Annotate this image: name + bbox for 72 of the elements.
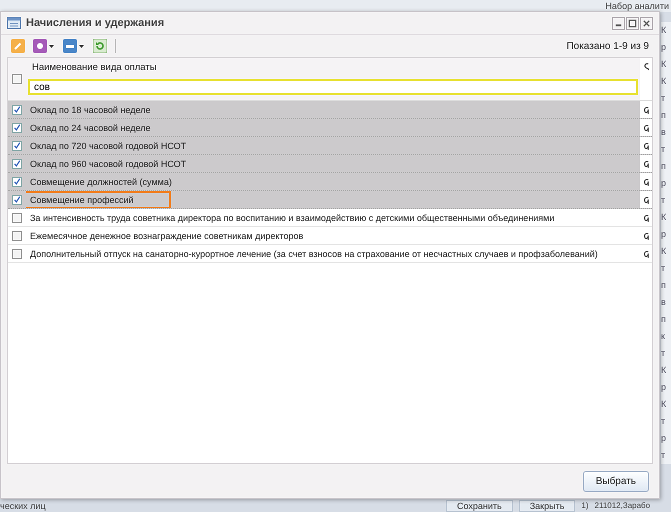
background-row-text: т <box>661 92 666 105</box>
close-icon <box>642 18 651 28</box>
background-row-text: т <box>661 143 666 156</box>
row-checkbox[interactable] <box>12 140 22 150</box>
minimize-button[interactable] <box>612 16 625 30</box>
row-checkbox[interactable] <box>12 122 22 132</box>
column-header: Наименование вида оплаты <box>31 61 158 75</box>
background-row-text: р <box>661 381 668 394</box>
table-row[interactable]: Оклад по 720 часовой годовой НСОТ <box>8 137 652 155</box>
background-row-text: р <box>661 177 668 190</box>
row-checkbox[interactable] <box>12 230 22 240</box>
table-cell-text: Дополнительный отпуск на санаторно-курортное лечение (за счет взносов на страхование от несчастных случаев и профзаболеваний) <box>29 248 599 260</box>
background-row-text: в <box>661 126 667 139</box>
background-cell: 211012,Зарабо <box>594 500 650 512</box>
table-cell-text: Совмещение должностей (сумма) <box>29 176 173 188</box>
table-cell-text: За интенсивность труда советника директора по воспитанию и взаимодействию с детскими общественными объединениями <box>29 212 556 224</box>
row-checkbox[interactable] <box>12 158 22 168</box>
table-row[interactable]: Оклад по 18 часовой неделе <box>8 101 652 119</box>
background-row-text: п <box>661 109 667 122</box>
background-row-text: К <box>661 211 668 224</box>
table-row[interactable]: Оклад по 960 часовой годовой НСОТ <box>8 155 652 173</box>
background-row-text: К <box>661 58 668 71</box>
cut-column-header-icon <box>642 62 650 71</box>
select-all-checkbox[interactable] <box>12 74 22 84</box>
background-row-text: К <box>661 24 668 37</box>
background-row-text: т <box>661 194 666 207</box>
background-row-text: р <box>661 41 668 54</box>
background-row-text: К <box>661 398 668 411</box>
row-checkbox[interactable] <box>12 176 22 186</box>
background-button[interactable]: Сохранить <box>446 500 513 512</box>
row-checkbox[interactable] <box>12 104 22 114</box>
maximize-button[interactable] <box>626 16 639 30</box>
maximize-icon <box>628 18 637 28</box>
paging-info: Показано 1-9 из 9 <box>566 40 649 52</box>
background-row-text: т <box>661 449 666 462</box>
filter-field[interactable]: сов <box>28 79 638 95</box>
background-row-text: т <box>661 347 666 360</box>
background-row-text: п <box>661 160 667 173</box>
row-checkbox[interactable] <box>12 194 22 204</box>
select-button[interactable]: Выбрать <box>582 470 649 492</box>
table-cell-text: Ежемесячное денежное вознаграждение советникам директоров <box>29 230 304 242</box>
background-row-text: К <box>661 245 668 258</box>
table-cell-text: Оклад по 24 часовой неделе <box>29 122 152 134</box>
background-row-text: т <box>661 415 666 428</box>
background-row-text: К <box>661 75 668 88</box>
background-row-text: к <box>661 330 666 343</box>
close-button[interactable] <box>640 16 653 30</box>
background-label: ческих лиц <box>0 500 47 512</box>
table-cell: Совмещение профессий <box>26 194 168 206</box>
refresh-button[interactable] <box>93 39 107 53</box>
background-cell: 1) <box>581 500 589 512</box>
row-checkbox[interactable] <box>12 212 22 222</box>
table-cell-text: Оклад по 18 часовой неделе <box>29 104 152 116</box>
table-row[interactable]: Совмещение должностей (сумма) <box>8 173 652 191</box>
row-checkbox[interactable] <box>12 248 22 258</box>
background-row-text: К <box>661 364 668 377</box>
add-menu-button[interactable] <box>33 39 55 53</box>
window-icon <box>7 17 21 29</box>
table-row[interactable]: Совмещение профессий <box>8 191 652 209</box>
background-button[interactable]: Закрыть <box>518 500 576 512</box>
background-row-text: р <box>661 228 668 241</box>
background-row-text: п <box>661 313 667 326</box>
background-row-text: т <box>661 262 666 275</box>
window-title: Начисления и удержания <box>26 17 164 29</box>
table-cell-text: Оклад по 720 часовой годовой НСОТ <box>29 140 188 152</box>
background-row-text: р <box>661 432 668 445</box>
background-row-text: п <box>661 279 667 292</box>
background-row-text: в <box>661 296 667 309</box>
print-menu-button[interactable] <box>63 39 85 53</box>
background-tab-title: Набор аналити <box>605 1 670 11</box>
table-row[interactable]: Оклад по 24 часовой неделе <box>8 119 652 137</box>
table-cell-text: Оклад по 960 часовой годовой НСОТ <box>29 158 188 170</box>
